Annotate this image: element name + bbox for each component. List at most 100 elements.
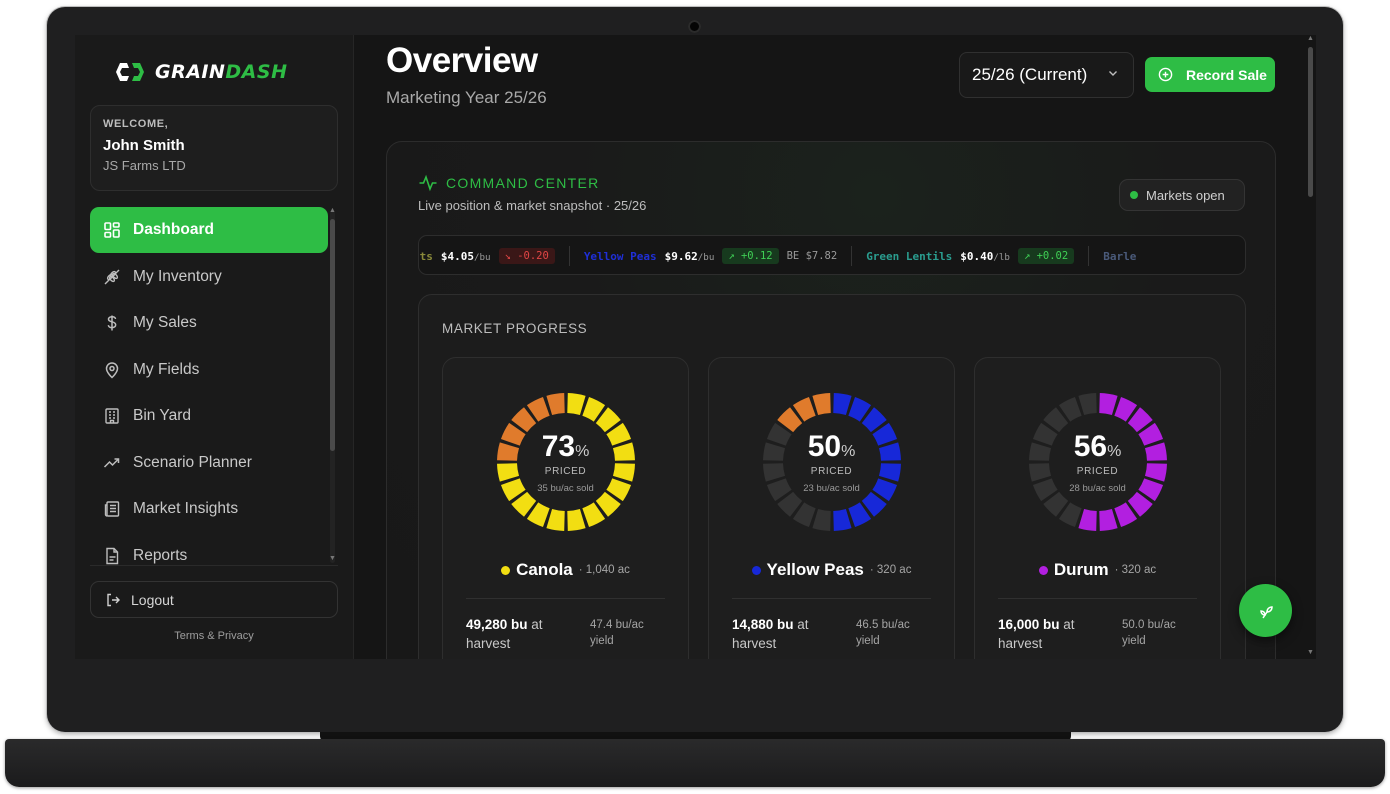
- ticker-item-barley[interactable]: Barle: [1103, 246, 1150, 266]
- sidebar-item-label: My Inventory: [133, 267, 222, 285]
- logout-icon: [107, 593, 120, 606]
- markets-status-text: Markets open: [1146, 187, 1225, 203]
- crop-name: Durum: [1053, 560, 1109, 579]
- yield-per-acre: 46.5 bu/ac yield: [856, 619, 910, 647]
- year-select-value: 25/26 (Current): [972, 65, 1088, 84]
- harvest-bushels-value: 16,000 bu: [998, 617, 1060, 632]
- marketing-year-select[interactable]: 25/26 (Current): [959, 52, 1134, 98]
- crop-name: Yellow Peas: [766, 560, 864, 579]
- donut-segment: [833, 393, 852, 416]
- sidebar-item-dashboard[interactable]: Dashboard: [90, 207, 328, 253]
- laptop-base: [5, 739, 1385, 787]
- ticker-crop-name: ats: [419, 249, 433, 263]
- market-progress-title: MARKET PROGRESS: [442, 321, 588, 336]
- status-dot-icon: [1130, 191, 1138, 199]
- graindash-logo[interactable]: GRAINDASH: [113, 60, 287, 84]
- sidebar-item-my-inventory[interactable]: My Inventory: [90, 254, 328, 301]
- ticker-price: $9.62/bu: [665, 250, 715, 263]
- sidebar-scrollbar-thumb[interactable]: [330, 219, 335, 451]
- donut-segment: [812, 393, 831, 416]
- main-scroll-down-arrow-icon[interactable]: ▼: [1307, 649, 1314, 656]
- priced-percent-value: 73: [541, 430, 576, 463]
- logo-text-grain: GRAIN: [155, 61, 226, 83]
- priced-label: PRICED: [1076, 466, 1119, 477]
- markets-status-badge: Markets open: [1119, 179, 1245, 211]
- trend-icon: [103, 458, 120, 468]
- sidebar-item-label: Scenario Planner: [133, 453, 252, 471]
- command-center-title: COMMAND CENTER: [418, 173, 600, 193]
- page-subtitle: Marketing Year 25/26: [386, 88, 547, 107]
- terms-privacy-link[interactable]: Terms & Privacy: [90, 630, 338, 642]
- sidebar-item-my-fields[interactable]: My Fields: [90, 347, 328, 394]
- percent-sign: %: [575, 443, 590, 460]
- ticker-item-green-lentils[interactable]: Green Lentils $0.40/lb ↗ +0.02: [866, 246, 1090, 266]
- ticker-item-oats[interactable]: ats $4.05/bu ↘ -0.20: [419, 246, 570, 266]
- scroll-up-arrow-icon[interactable]: ▲: [329, 207, 336, 214]
- ticker-price-value: $9.62: [664, 249, 698, 263]
- sidebar-item-label: My Fields: [133, 360, 200, 378]
- harvest-bushels: 14,880 bu at harvest: [732, 615, 842, 653]
- command-center-subtitle: Live position & market snapshot · 25/26: [418, 198, 647, 213]
- crop-name-row: Canola · 1,040 ac: [443, 560, 688, 580]
- ticker-track: ats $4.05/bu ↘ -0.20 Yellow Peas $9.62/b…: [419, 236, 1164, 274]
- priced-percent-value: 50: [807, 430, 842, 463]
- donut-segment: [812, 508, 831, 531]
- sidebar-item-my-sales[interactable]: My Sales: [90, 300, 328, 347]
- donut-segment: [1078, 393, 1097, 416]
- sidebar-item-market-insights[interactable]: Market Insights: [90, 486, 328, 533]
- building-icon: [105, 408, 119, 424]
- logout-button[interactable]: Logout: [90, 581, 338, 618]
- yield-per-acre: 50.0 bu/ac yield: [1122, 619, 1176, 647]
- sidebar-item-bin-yard[interactable]: Bin Yard: [90, 393, 328, 440]
- ticker-crop-name: Green Lentils: [866, 249, 953, 263]
- ticker-price-value: $4.05: [440, 249, 474, 263]
- record-sale-label: Record Sale: [1186, 66, 1267, 83]
- priced-percent: 73%: [443, 430, 688, 464]
- ticker-item-yellow-peas[interactable]: Yellow Peas $9.62/bu ↗ +0.12 BE $7.82: [583, 246, 853, 266]
- ticker-price: $4.05/bu: [441, 250, 491, 263]
- harvest-bushels-value: 14,880 bu: [732, 617, 794, 632]
- scroll-down-arrow-icon[interactable]: ▼: [329, 555, 336, 562]
- donut-segment: [546, 393, 565, 416]
- crop-divider: [732, 598, 931, 599]
- main-content: Overview Marketing Year 25/26 25/26 (Cur…: [355, 35, 1316, 659]
- ticker-change-badge: ↗ +0.02: [1017, 248, 1075, 264]
- welcome-card: WELCOME, John Smith JS Farms LTD: [90, 105, 338, 191]
- crop-card-durum[interactable]: 56% PRICED 28 bu/ac sold Durum · 320 ac …: [974, 357, 1221, 659]
- logo-text: GRAINDASH: [155, 61, 287, 83]
- main-scroll-up-arrow-icon[interactable]: ▲: [1307, 35, 1314, 42]
- crop-card-canola[interactable]: 73% PRICED 35 bu/ac sold Canola · 1,040 …: [442, 357, 689, 659]
- price-ticker: ats $4.05/bu ↘ -0.20 Yellow Peas $9.62/b…: [418, 235, 1246, 275]
- ticker-crop-name: Yellow Peas: [583, 249, 657, 263]
- donut-segment: [833, 508, 852, 531]
- yield-per-acre: 47.4 bu/ac yield: [590, 619, 644, 647]
- sidebar-item-scenario-planner[interactable]: Scenario Planner: [90, 440, 328, 487]
- ticker-price-value: $0.40: [960, 249, 994, 263]
- percent-sign: %: [1107, 443, 1122, 460]
- donut-segment: [546, 508, 565, 531]
- record-sale-button[interactable]: Record Sale: [1145, 57, 1275, 92]
- priced-percent-value: 56: [1073, 430, 1108, 463]
- sidebar-item-label: My Sales: [133, 314, 197, 332]
- dollar-icon: [107, 315, 117, 331]
- sold-per-acre: 23 bu/ac sold: [803, 483, 860, 494]
- sidebar-item-label: Market Insights: [133, 500, 239, 518]
- app-screen: GRAINDASH WELCOME, John Smith JS Farms L…: [75, 35, 1316, 659]
- ticker-breakeven: BE $7.82: [786, 250, 838, 262]
- ticker-change-badge: ↗ +0.12: [722, 248, 779, 264]
- assistant-fab-button[interactable]: [1239, 584, 1292, 637]
- logo-text-dash: DASH: [225, 61, 288, 83]
- crop-acres: · 320 ac: [869, 564, 912, 576]
- donut-segment: [1078, 508, 1097, 531]
- ticker-change-badge: ↘ -0.20: [498, 248, 555, 264]
- main-scrollbar-thumb[interactable]: [1308, 47, 1313, 197]
- crop-name-row: Durum · 320 ac: [975, 560, 1220, 580]
- ticker-price-unit: /lb: [993, 251, 1010, 263]
- command-center-title-text: COMMAND CENTER: [446, 175, 600, 191]
- crop-divider: [466, 598, 665, 599]
- sidebar-item-reports[interactable]: Reports: [90, 533, 328, 580]
- file-icon: [106, 547, 119, 564]
- command-center-card: COMMAND CENTER Live position & market sn…: [386, 141, 1276, 659]
- user-name: John Smith: [103, 137, 185, 154]
- crop-card-yellow-peas[interactable]: 50% PRICED 23 bu/ac sold Yellow Peas · 3…: [708, 357, 955, 659]
